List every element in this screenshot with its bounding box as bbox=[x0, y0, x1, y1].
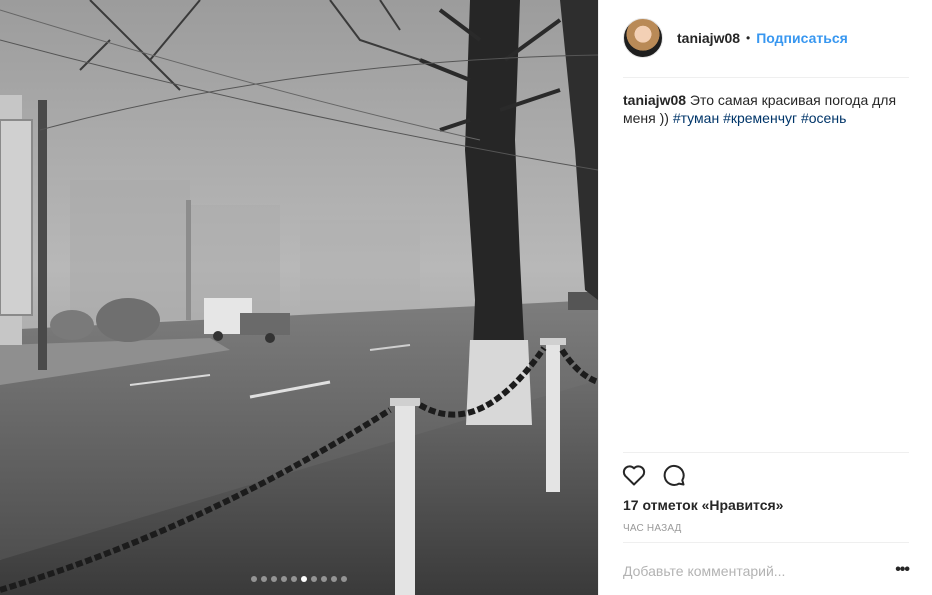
carousel-dot bbox=[261, 576, 267, 582]
username-link[interactable]: taniajw08 bbox=[677, 30, 740, 46]
like-button[interactable] bbox=[621, 462, 647, 488]
hashtag-link[interactable]: #кременчуг bbox=[723, 110, 797, 126]
carousel-dot bbox=[321, 576, 327, 582]
more-options-icon[interactable]: ••• bbox=[895, 561, 910, 579]
carousel-dot bbox=[311, 576, 317, 582]
comment-input[interactable] bbox=[623, 560, 863, 582]
carousel-dot bbox=[281, 576, 287, 582]
separator-dot: • bbox=[746, 31, 751, 45]
carousel-dot bbox=[291, 576, 297, 582]
post-timestamp[interactable]: ЧАС НАЗАД bbox=[623, 523, 682, 534]
likes-count[interactable]: 17 отметок «Нравится» bbox=[623, 497, 783, 513]
post-header: taniajw08 • Подписаться bbox=[623, 18, 848, 58]
carousel-dot bbox=[271, 576, 277, 582]
post-caption: taniajw08 Это самая красивая погода для … bbox=[623, 91, 909, 127]
instagram-post: taniajw08 • Подписаться taniajw08 Это са… bbox=[0, 0, 932, 595]
comment-button[interactable] bbox=[661, 462, 687, 488]
hashtag-link[interactable]: #туман bbox=[673, 110, 719, 126]
divider bbox=[623, 77, 909, 78]
divider bbox=[623, 542, 909, 543]
carousel-dot bbox=[341, 576, 347, 582]
follow-button[interactable]: Подписаться bbox=[756, 30, 848, 46]
avatar[interactable] bbox=[623, 18, 663, 58]
post-sidebar: taniajw08 • Подписаться taniajw08 Это са… bbox=[598, 0, 932, 595]
post-actions bbox=[621, 462, 687, 488]
hashtag-link[interactable]: #осень bbox=[801, 110, 846, 126]
heart-outline-icon bbox=[622, 465, 646, 486]
speech-bubble-icon bbox=[663, 464, 685, 486]
caption-username[interactable]: taniajw08 bbox=[623, 92, 686, 108]
divider bbox=[623, 452, 909, 453]
post-photo[interactable] bbox=[0, 0, 598, 595]
carousel-dot bbox=[251, 576, 257, 582]
carousel-dot bbox=[331, 576, 337, 582]
carousel-dot bbox=[301, 576, 307, 582]
foggy-street-photo bbox=[0, 0, 598, 595]
carousel-indicator bbox=[0, 576, 598, 582]
